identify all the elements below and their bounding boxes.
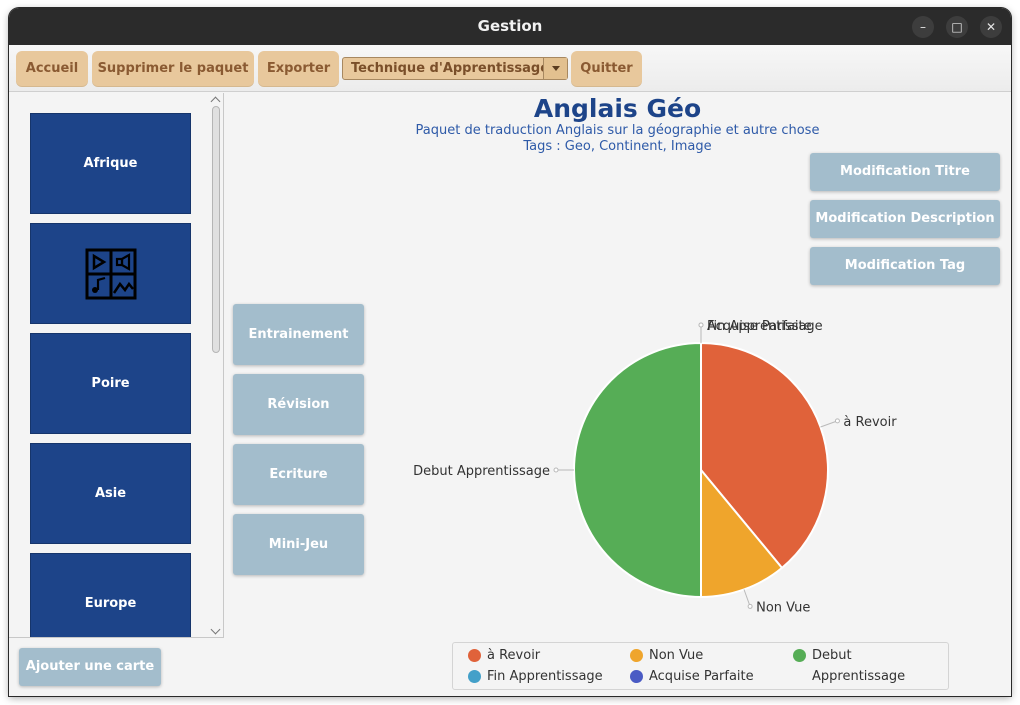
legend-swatch [630,649,643,662]
slice-label-dot [834,418,840,424]
slice-label-dot [553,467,559,473]
legend-swatch [630,670,643,683]
legend-swatch [793,649,806,662]
legend-label: à Revoir [487,648,541,663]
legend-item: à Revoir [461,645,540,666]
legend-label: Debut Apprentissage [812,648,906,684]
slice-label: Acquise Parfaite [707,319,812,334]
legend-label: Acquise Parfaite [649,669,754,684]
legend-item: Debut Apprentissage [786,645,948,684]
legend-swatch [468,649,481,662]
slice-label: Debut Apprentissage [413,464,550,479]
legend-item: Non Vue [623,645,703,666]
legend-item: Fin Apprentissage [461,666,603,687]
legend-item: Acquise Parfaite [623,666,754,687]
legend-label: Non Vue [649,648,704,663]
pie-chart: à RevoirNon VueDebut ApprentissageFin Ap… [413,319,897,615]
legend-swatch [468,670,481,683]
slice-label-dot [698,322,704,328]
legend-label: Fin Apprentissage [487,669,603,684]
slice-label-line [743,589,751,607]
app-window: Gestion – □ ✕ Accueil Supprimer le paque… [9,8,1011,696]
chart-legend: à Revoir Non Vue Debut Apprentissage Fin Ap… [452,642,949,690]
slice-label-line [820,420,838,428]
slice-label-dot [747,603,753,609]
slice-label: Non Vue [756,600,810,615]
slice-label: à Revoir [843,415,897,430]
pie-slice [573,341,702,599]
add-card-button[interactable]: Ajouter une carte [19,648,161,686]
